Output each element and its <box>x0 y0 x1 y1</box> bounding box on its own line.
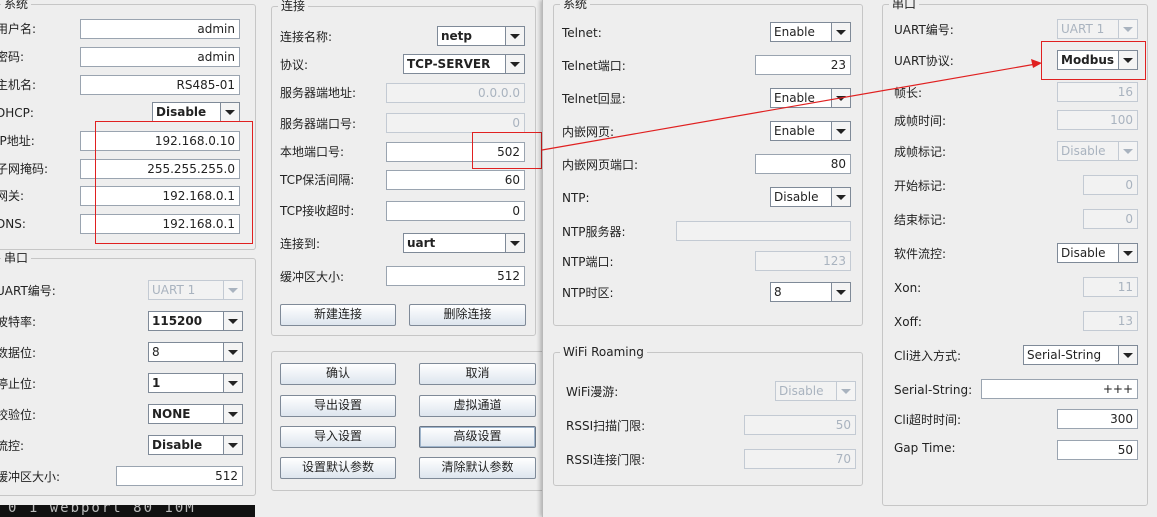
annotation-arrow <box>541 59 1042 151</box>
